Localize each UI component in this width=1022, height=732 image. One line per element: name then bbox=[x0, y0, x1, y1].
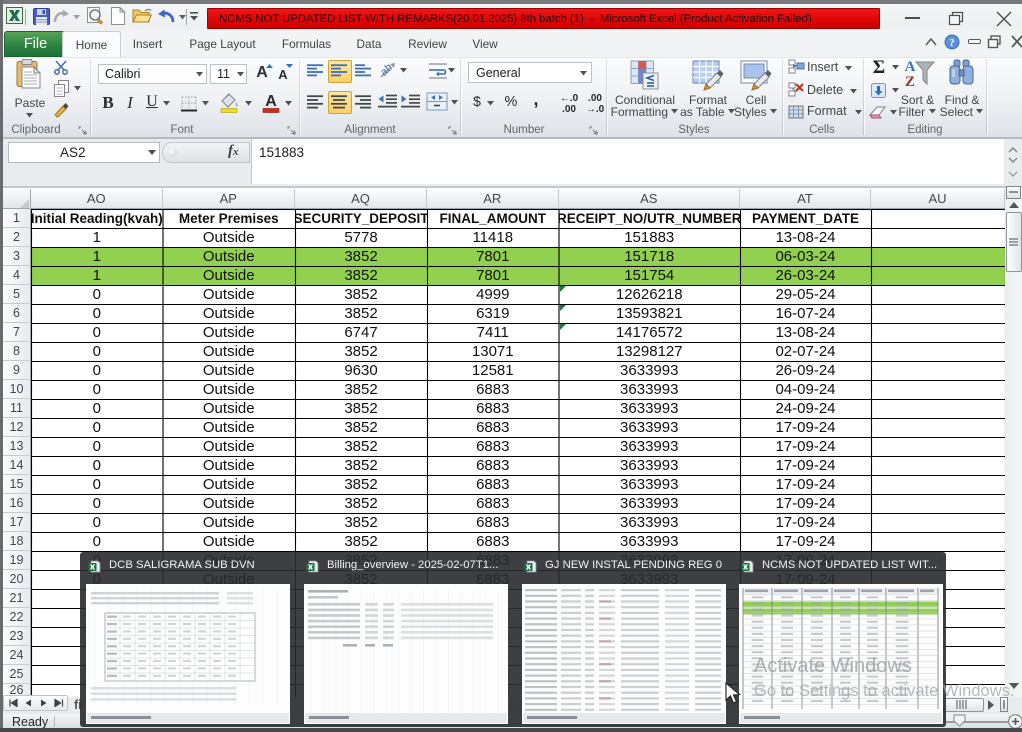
svg-text:←.0: ←.0 bbox=[560, 93, 579, 104]
svg-text:Z: Z bbox=[905, 74, 915, 89]
svg-text:.00: .00 bbox=[562, 104, 576, 114]
svg-text:A: A bbox=[265, 93, 277, 110]
svg-text:?: ? bbox=[949, 37, 955, 49]
svg-text:A: A bbox=[905, 59, 916, 75]
